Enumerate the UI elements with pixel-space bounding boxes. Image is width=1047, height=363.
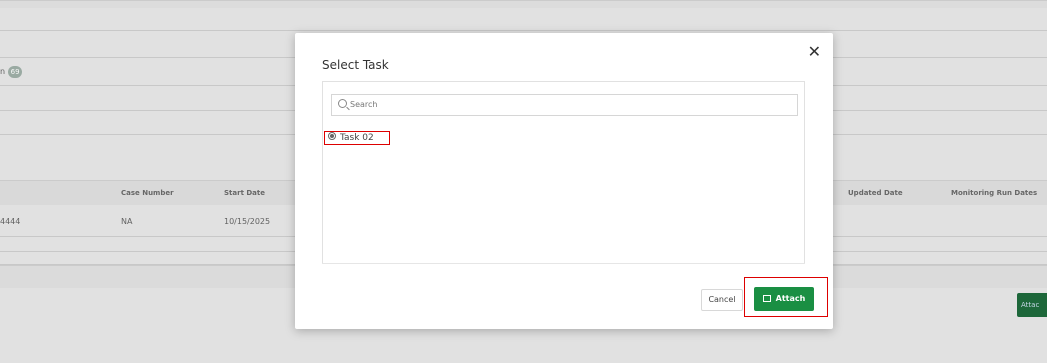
task-option-label: Task 02 — [340, 133, 374, 143]
dialog-title: Select Task — [322, 58, 389, 72]
attach-button[interactable]: Attach — [754, 287, 814, 311]
radio-selected-icon[interactable] — [328, 132, 336, 140]
attach-button-label: Attach — [775, 294, 806, 303]
cancel-button[interactable]: Cancel — [701, 289, 743, 311]
task-list-panel: Search Task 02 — [322, 81, 805, 264]
task-option[interactable]: Task 02 — [324, 131, 390, 145]
search-icon — [338, 99, 347, 108]
close-icon[interactable]: ✕ — [808, 43, 821, 61]
select-task-dialog: Select Task ✕ Search Task 02 Cancel Atta… — [295, 33, 833, 329]
search-placeholder: Search — [350, 100, 378, 109]
search-input[interactable]: Search — [331, 94, 798, 116]
footer-divider — [322, 263, 805, 264]
attach-icon — [762, 295, 771, 302]
